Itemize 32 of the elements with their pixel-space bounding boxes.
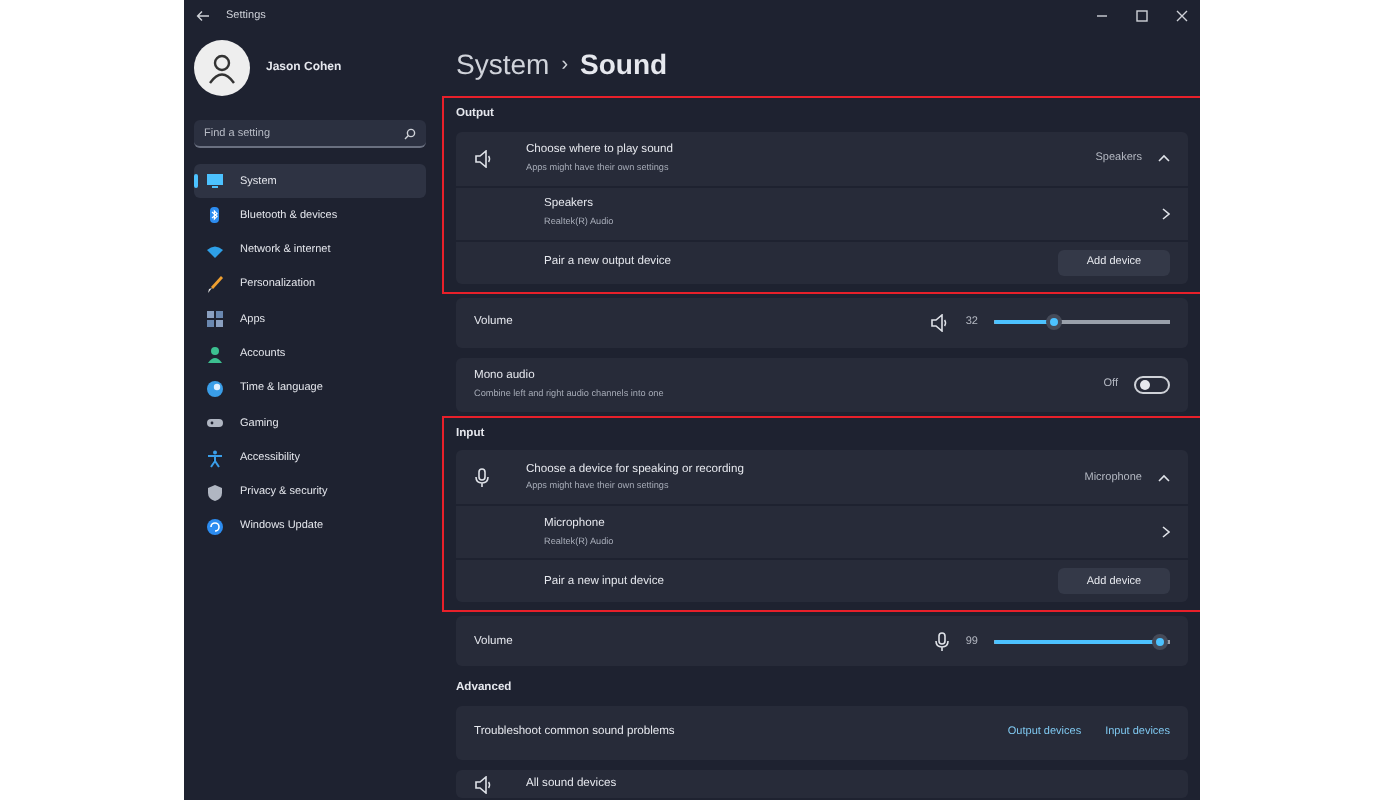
bluetooth-icon	[206, 206, 224, 225]
microphone-icon	[474, 467, 490, 488]
breadcrumb-link[interactable]: System	[456, 44, 550, 86]
avatar	[194, 40, 250, 96]
search-icon	[404, 128, 416, 140]
globe-icon	[206, 379, 224, 398]
back-arrow-icon[interactable]	[196, 10, 210, 22]
apps-icon	[206, 310, 224, 329]
person-icon	[206, 345, 224, 364]
slider-thumb[interactable]	[1045, 314, 1062, 331]
breadcrumb-separator: ›	[561, 52, 569, 80]
caret-icon[interactable]	[1158, 473, 1170, 482]
chevron-right-icon[interactable]	[1162, 207, 1170, 220]
page-title: Sound	[580, 46, 668, 84]
speaker-icon	[474, 775, 494, 794]
update-icon	[206, 518, 224, 537]
close-icon[interactable]	[1176, 10, 1188, 22]
accessibility-icon	[206, 449, 224, 468]
brush-icon	[206, 276, 224, 295]
microphone-icon	[933, 631, 950, 652]
caret-icon[interactable]	[1158, 154, 1170, 163]
gamepad-icon	[206, 414, 224, 433]
toggle-switch[interactable]	[1134, 375, 1170, 394]
minimize-icon[interactable]	[1096, 10, 1108, 22]
maximize-icon[interactable]	[1136, 10, 1148, 22]
speaker-icon	[929, 313, 950, 332]
network-icon	[206, 241, 224, 260]
shield-icon	[206, 483, 224, 502]
slider-thumb[interactable]	[1152, 633, 1169, 650]
speaker-icon	[474, 149, 494, 168]
chevron-right-icon[interactable]	[1162, 526, 1170, 539]
monitor-icon	[206, 172, 224, 191]
